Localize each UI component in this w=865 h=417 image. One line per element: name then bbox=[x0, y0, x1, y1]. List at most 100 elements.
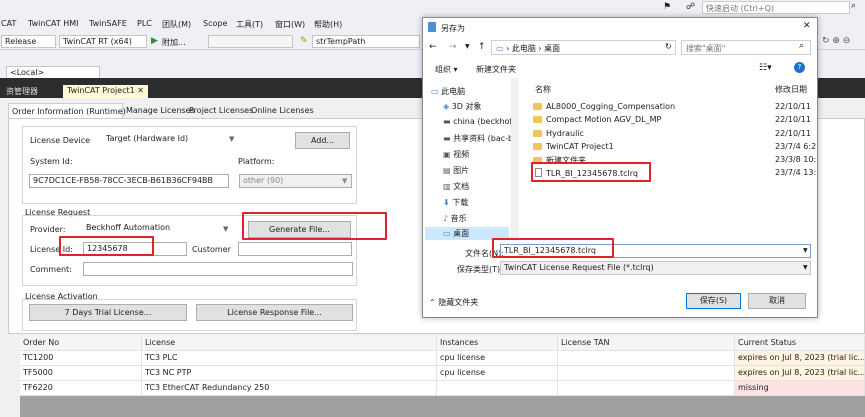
list-item[interactable]: AL8000_Cogging_Compensation bbox=[533, 102, 675, 111]
cell-order-no: TF5000 bbox=[20, 366, 142, 381]
organize-button[interactable]: 组织 ▾ bbox=[435, 64, 458, 75]
tab-solution-explorer[interactable]: 资管理器 bbox=[2, 85, 42, 98]
quick-launch-input[interactable]: 快速启动 (Ctrl+Q) bbox=[702, 1, 850, 14]
refresh-icon[interactable]: ↻ bbox=[665, 42, 672, 51]
symbol-path-input[interactable]: strTempPath bbox=[312, 35, 420, 48]
column-header-instances[interactable]: Instances bbox=[437, 336, 558, 351]
folder-icon bbox=[533, 143, 542, 150]
tree-item-downloads[interactable]: ⬇ 下载 bbox=[443, 197, 468, 208]
breadcrumb-item[interactable]: 桌面 bbox=[544, 44, 560, 53]
folder-icon bbox=[533, 116, 542, 123]
tree-item-network-drive[interactable]: ▬ china (beckhoff bbox=[443, 117, 515, 126]
cancel-button[interactable]: 取消 bbox=[748, 293, 806, 309]
column-header-date[interactable]: 修改日期 bbox=[775, 84, 807, 95]
chevron-down-icon[interactable]: ▼ bbox=[803, 264, 808, 271]
platform-select[interactable]: TwinCAT RT (x64) bbox=[59, 35, 147, 48]
column-header-order-no[interactable]: Order No bbox=[20, 336, 142, 351]
column-header-license-tan[interactable]: License TAN bbox=[558, 336, 735, 351]
tree-scrollbar[interactable] bbox=[511, 78, 519, 238]
search-icon[interactable]: ⌕ bbox=[851, 1, 856, 11]
toolbar-empty-select[interactable] bbox=[208, 35, 293, 48]
list-item[interactable]: TwinCAT Project1 bbox=[533, 142, 614, 151]
system-id-field[interactable]: 9C7DC1CE-FB58-78CC-3ECB-B61B36CF94BB bbox=[29, 174, 229, 188]
tree-item-this-pc[interactable]: ▭ 此电脑 bbox=[431, 86, 465, 97]
column-header-current-status[interactable]: Current Status bbox=[735, 336, 865, 351]
play-icon[interactable]: ▶ bbox=[151, 36, 158, 46]
dialog-title-bar: 另存为 ✕ bbox=[423, 18, 817, 38]
highlight-saved-file bbox=[531, 162, 651, 182]
breadcrumb[interactable]: ▭ › 此电脑 › 桌面 bbox=[491, 40, 676, 55]
platform-select[interactable]: other (90) bbox=[239, 174, 352, 188]
cell-current-status: expires on Jul 8, 2023 (trial lic... bbox=[735, 366, 865, 381]
save-button[interactable]: 保存(S) bbox=[686, 293, 741, 309]
trial-license-button[interactable]: 7 Days Trial License... bbox=[29, 304, 187, 321]
highlight-license-id bbox=[59, 236, 154, 256]
provider-label: Provider: bbox=[30, 225, 66, 234]
tab-project-licenses[interactable]: Project Licenses bbox=[186, 103, 256, 118]
feedback-icon[interactable]: ☍ bbox=[686, 2, 695, 12]
forward-arrow-icon[interactable]: → bbox=[449, 42, 457, 52]
drive-icon: ▬ bbox=[443, 134, 451, 143]
menu-item-cat[interactable]: CAT bbox=[1, 19, 16, 28]
chevron-down-icon[interactable]: ▼ bbox=[803, 247, 808, 254]
menu-item-team[interactable]: 团队(M) bbox=[162, 19, 191, 30]
tree-item-shared-drive[interactable]: ▬ 共享资料 (bac-b bbox=[443, 133, 513, 144]
license-response-file-button[interactable]: License Response File... bbox=[196, 304, 353, 321]
up-arrow-icon[interactable]: ↑ bbox=[478, 42, 486, 52]
highlight-generate-file bbox=[242, 212, 387, 240]
toolbar-icons-right[interactable]: ↻ ⊕ ⊖ bbox=[822, 36, 850, 46]
menu-item-help[interactable]: 帮助(H) bbox=[314, 19, 342, 30]
title-bar: ⚑ ☍ 快速启动 (Ctrl+Q) ⌕ bbox=[0, 0, 865, 15]
config-select[interactable]: Release bbox=[1, 35, 56, 48]
close-icon[interactable]: ✕ bbox=[803, 21, 811, 31]
flag-icon[interactable]: ⚑ bbox=[663, 2, 671, 12]
back-arrow-icon[interactable]: ← bbox=[429, 42, 437, 52]
file-date: 22/10/11 bbox=[775, 115, 811, 124]
menu-item-tools[interactable]: 工具(T) bbox=[236, 19, 263, 30]
filetype-select[interactable]: TwinCAT License Request File (*.tclrq) bbox=[500, 261, 811, 275]
save-icon bbox=[428, 22, 436, 32]
menu-item-plc[interactable]: PLC bbox=[137, 19, 152, 28]
menu-item-scope[interactable]: Scope bbox=[203, 19, 227, 28]
license-device-select[interactable]: Target (Hardware Id) bbox=[103, 133, 240, 147]
chevron-down-icon[interactable]: ▼ bbox=[223, 225, 228, 233]
dialog-command-bar: 组织 ▾ 新建文件夹 ☷▾ ? bbox=[423, 60, 817, 78]
view-icon[interactable]: ☷▾ bbox=[759, 63, 772, 73]
menu-item-window[interactable]: 窗口(W) bbox=[275, 19, 305, 30]
tree-item-videos[interactable]: ▣ 视频 bbox=[443, 149, 469, 160]
tab-online-licenses[interactable]: Online Licenses bbox=[248, 103, 317, 118]
add-button[interactable]: Add... bbox=[295, 132, 350, 149]
tab-twincat-project[interactable]: TwinCAT Project1 ✕ bbox=[63, 85, 148, 98]
new-folder-button[interactable]: 新建文件夹 bbox=[476, 64, 516, 75]
tree-item-documents[interactable]: ▥ 文档 bbox=[443, 181, 469, 192]
document-icon: ▥ bbox=[443, 182, 451, 191]
menu-item-twincat-hmi[interactable]: TwinCAT HMI bbox=[28, 19, 79, 28]
desktop-icon: ▭ bbox=[443, 229, 451, 238]
tree-item-music[interactable]: ♪ 音乐 bbox=[443, 213, 467, 224]
customer-field[interactable] bbox=[238, 242, 352, 256]
help-icon[interactable]: ? bbox=[794, 62, 805, 73]
list-item[interactable]: Compact Motion AGV_DL_MP bbox=[533, 115, 661, 124]
tree-item-pictures[interactable]: ▤ 图片 bbox=[443, 165, 469, 176]
list-item[interactable]: Hydraulic bbox=[533, 129, 584, 138]
search-input[interactable]: 搜索"桌面" bbox=[681, 40, 811, 55]
comment-field[interactable] bbox=[83, 262, 353, 276]
breadcrumb-item[interactable]: 此电脑 bbox=[512, 44, 536, 53]
column-header-name[interactable]: 名称 bbox=[535, 84, 551, 95]
menu-item-twinsafe[interactable]: TwinSAFE bbox=[89, 19, 127, 28]
search-icon[interactable]: ⌕ bbox=[799, 41, 804, 51]
license-table: Order No License Instances License TAN C… bbox=[20, 336, 865, 417]
chevron-down-icon[interactable]: ▼ bbox=[229, 135, 234, 143]
tab-order-information[interactable]: Order Information (Runtime) bbox=[8, 103, 126, 118]
cell-instances: cpu license bbox=[437, 351, 558, 366]
chevron-down-icon[interactable]: ▼ bbox=[465, 43, 470, 50]
tree-item-3d-objects[interactable]: ◈ 3D 对象 bbox=[443, 101, 482, 112]
pc-icon: ▭ bbox=[431, 87, 439, 96]
pencil-icon[interactable]: ✎ bbox=[300, 36, 308, 46]
hide-folders-toggle[interactable]: ⌃ 隐藏文件夹 bbox=[429, 297, 478, 308]
column-header-license[interactable]: License bbox=[142, 336, 437, 351]
close-icon[interactable]: ✕ bbox=[137, 86, 144, 95]
filetype-label: 保存类型(T): bbox=[457, 265, 503, 274]
provider-select[interactable]: Beckhoff Automation bbox=[83, 222, 233, 236]
attach-button[interactable]: 附加... bbox=[162, 37, 186, 48]
